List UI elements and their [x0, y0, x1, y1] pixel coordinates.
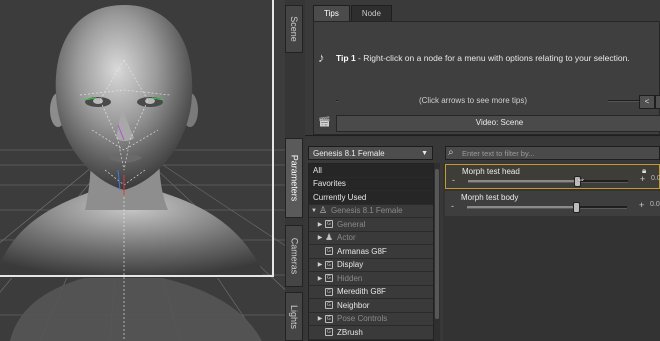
tree-node-label: Genesis 8.1 Female [331, 206, 403, 216]
music-note-icon: ♪ [318, 50, 325, 65]
viewport-scene [0, 5, 285, 341]
tip-nav-hint: (Click arrows to see more tips) [338, 96, 608, 105]
slider-list [443, 163, 660, 341]
tree-category-all[interactable]: All [309, 164, 433, 178]
figure-icon: ♙ [318, 205, 328, 216]
tree-node-label: Neighbor [337, 300, 370, 310]
tip-text: Tip 1 - Right-click on a node for a menu… [336, 53, 630, 63]
tree-node[interactable]: ▶ ♟ Actor [309, 231, 433, 245]
tree-node[interactable]: ▼ ♙ Genesis 8.1 Female [309, 204, 433, 218]
parameters-pane: Genesis 8.1 Female ▼ All Favorites Curre… [305, 138, 660, 341]
slider-handle[interactable] [572, 202, 580, 213]
slider-value[interactable]: 0.0 [651, 175, 660, 182]
tree-node-label: General [337, 219, 366, 229]
group-icon: G [325, 220, 333, 229]
tree-node-label: ZBrush [337, 327, 363, 337]
tree-node-label: Display [337, 260, 364, 270]
tree-node-label: Pose Controls [337, 314, 388, 324]
filter-box: ⌕ [445, 146, 660, 160]
tree-scroll-thumb[interactable] [435, 169, 439, 319]
morph-slider[interactable]: Morph test head - +0.0 🔒︎ ⇔ [445, 164, 660, 189]
slider-fill [468, 180, 577, 182]
tree-node-label: Meredith G8F [337, 287, 386, 297]
tree-node[interactable]: G Armanas G8F [309, 245, 433, 259]
morph-slider[interactable]: Morph test body - +0.0 [445, 191, 660, 216]
group-icon: G [325, 274, 333, 283]
tab-lights[interactable]: Lights [285, 292, 303, 341]
tree-node[interactable]: G Meredith G8F [309, 285, 433, 299]
3d-viewport[interactable] [0, 0, 285, 341]
group-icon: G [325, 247, 333, 256]
search-icon: ⌕ [448, 147, 454, 158]
slider-track[interactable] [468, 176, 628, 187]
resize-cursor-icon: ⇔ [575, 174, 586, 185]
filter-input[interactable] [462, 148, 657, 159]
tree-node-list: ▼ ♙ Genesis 8.1 Female ▶ G General ▶ ♟ Actor G Arm… [309, 204, 433, 340]
group-icon: G [325, 314, 333, 323]
chevron-down-icon: ▼ [421, 150, 428, 157]
group-icon: G [325, 287, 333, 296]
figure-selector[interactable]: Genesis 8.1 Female ▼ [308, 146, 433, 160]
expand-right-icon[interactable]: ▶ [315, 315, 325, 322]
decrement-button[interactable]: - [452, 175, 455, 185]
tree-node[interactable]: ▶ G Hidden [309, 272, 433, 286]
slider-fill [467, 206, 576, 208]
slider-value[interactable]: 0.0 [650, 201, 660, 208]
tree-node-label: Hidden [337, 273, 363, 283]
lock-icon[interactable]: 🔒︎ [642, 166, 646, 176]
tree-node[interactable]: G Neighbor [309, 299, 433, 313]
tree-node-label: Armanas G8F [337, 246, 387, 256]
slider-label: Morph test body [461, 193, 519, 202]
figure-selector-value: Genesis 8.1 Female [313, 149, 385, 158]
tree-scrollbar[interactable] [434, 163, 440, 341]
tree-node[interactable]: ▶ G Pose Controls [309, 312, 433, 326]
tree-node[interactable]: G ZBrush [309, 326, 433, 340]
tab-scene[interactable]: Scene [285, 5, 303, 53]
expand-down-icon[interactable]: ▼ [309, 208, 319, 214]
tip-title: Tip 1 [336, 53, 356, 63]
tree-category-favorites[interactable]: Favorites [309, 177, 433, 191]
group-icon: G [325, 260, 333, 269]
tips-tab-bar: Tips Node [313, 5, 393, 21]
tree-node[interactable]: ▶ G General [309, 218, 433, 232]
tip-prev-button[interactable]: < [639, 95, 655, 109]
decrement-button[interactable]: - [451, 201, 454, 211]
clapperboard-icon[interactable]: 🎬︎ [318, 117, 331, 128]
tip-body: - Right-click on a node for a menu with … [355, 53, 630, 63]
group-icon: G [325, 328, 333, 337]
slider-label: Morph test head [462, 167, 520, 176]
tab-tips[interactable]: Tips [313, 5, 350, 21]
expand-right-icon[interactable]: ▶ [315, 261, 325, 268]
expand-right-icon[interactable]: ▶ [315, 234, 325, 241]
expand-right-icon[interactable]: ▶ [315, 221, 325, 228]
right-panel: Scene Parameters Cameras Lights Tips Nod… [285, 0, 660, 341]
expand-right-icon[interactable]: ▶ [315, 275, 325, 282]
increment-button[interactable]: + [639, 200, 644, 210]
tree-node-label: Actor [337, 233, 356, 243]
tab-cameras[interactable]: Cameras [285, 225, 303, 287]
property-tree: All Favorites Currently Used ▼ ♙ Genesis 8… [308, 163, 434, 341]
slider-track[interactable] [467, 202, 627, 213]
tips-body: ♪ Tip 1 - Right-click on a node for a me… [313, 21, 660, 135]
tree-node[interactable]: ▶ G Display [309, 258, 433, 272]
tab-node[interactable]: Node [350, 5, 392, 21]
video-scene-button[interactable]: Video: Scene [336, 115, 660, 132]
tree-category-currently-used[interactable]: Currently Used [309, 191, 433, 205]
tips-pane: Tips Node ♪ Tip 1 - Right-click on a nod… [305, 0, 660, 136]
tab-parameters[interactable]: Parameters [285, 138, 303, 218]
person-icon: ♟ [324, 232, 334, 243]
group-icon: G [325, 301, 333, 310]
tip-next-button[interactable]: > [655, 95, 660, 109]
